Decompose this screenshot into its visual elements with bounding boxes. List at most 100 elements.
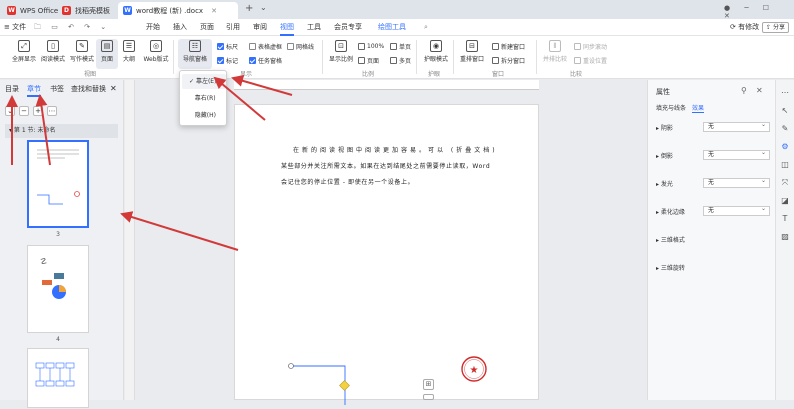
settings-icon[interactable]: ⚙ [780, 142, 790, 152]
document-page[interactable]: 在新的阅读视图中阅读更加容易。可以 (折叠文档) 某些部分并关注所需文本。如果在… [234, 104, 539, 405]
3d-format-row[interactable]: ▸ 三维格式 [656, 235, 685, 244]
tab-document[interactable]: W word教程 (新) .docx ✕ [118, 2, 238, 19]
outline-button[interactable]: ☰ 大纲 [118, 39, 140, 69]
write-mode-button[interactable]: ✎ 写作模式 [67, 39, 97, 69]
image-icon[interactable]: ▨ [780, 232, 790, 242]
minus-icon[interactable]: − [19, 106, 29, 116]
read-mode-button[interactable]: ▯ 阅读模式 [38, 39, 68, 69]
flowchart-shape[interactable] [285, 360, 365, 405]
tab-toc[interactable]: 目录 [5, 84, 19, 94]
new-tab-icon[interactable]: + [245, 3, 253, 14]
plus-icon[interactable]: + [33, 106, 43, 116]
menu-drawing-tools[interactable]: 绘图工具 [378, 19, 406, 36]
pin-icon[interactable]: ⚲ [741, 86, 747, 95]
chevron-down-icon[interactable]: ⌄ [260, 3, 267, 12]
split-window-button[interactable]: 拆分窗口 [492, 55, 525, 66]
menu-reference[interactable]: 引用 [226, 19, 240, 36]
menu-member[interactable]: 会员专享 [334, 19, 362, 36]
reset-position-button[interactable]: 重设位置 [574, 55, 607, 66]
edit-icon[interactable] [423, 394, 434, 400]
reflection-select[interactable]: 无 [703, 149, 770, 160]
menu-tools[interactable]: 工具 [307, 19, 321, 36]
reflection-row-label[interactable]: ▸ 倒影 [656, 151, 673, 160]
tab-chapters[interactable]: 章节 [27, 84, 41, 97]
close-icon[interactable]: ✕ [110, 84, 117, 93]
read-mode-label: 阅读模式 [40, 56, 65, 63]
dropdown-item-label: 靠左(E) [195, 78, 217, 85]
title-bar: W WPS Office D 找稻壳模板 ✕ W word教程 (新) .doc… [0, 0, 794, 20]
new-window-button[interactable]: 新建窗口 [492, 41, 525, 52]
window-controls[interactable]: ● ─ ☐ ✕ [724, 4, 794, 20]
gridlines-label: 网格线 [296, 44, 315, 51]
shape-icon[interactable]: ◫ [780, 160, 790, 170]
expand-icon[interactable]: ⤧ [780, 178, 790, 188]
rearrange-window-button[interactable]: ⊟ 重排窗口 [457, 39, 487, 69]
quick-access-icons[interactable]: 🗀 ▭ ↶ ↷ ⌄ [34, 19, 110, 36]
zoom-100-button[interactable]: 100% [358, 41, 384, 52]
tab-label: word教程 (新) .docx [136, 6, 204, 15]
parallel-compare-button[interactable]: ⫴ 并排比较 [540, 39, 570, 69]
properties-panel: 属性 ⚲ ✕ 填充与线条 效果 ▸ 阴影 无 ▸ 倒影 无 ▸ 发光 无 ▸ 柔… [647, 80, 775, 400]
fullscreen-button[interactable]: ⤢ 全屏显示 [9, 39, 39, 69]
menu-page[interactable]: 页面 [200, 19, 214, 36]
menu-review[interactable]: 审阅 [253, 19, 267, 36]
close-icon[interactable]: ✕ [756, 86, 763, 95]
glow-row-label[interactable]: ▸ 发光 [656, 179, 673, 188]
ruler-checkbox[interactable]: 标尺 [217, 41, 238, 52]
eye-mode-button[interactable]: ◉ 护眼模式 [421, 39, 451, 69]
page-thumbnail[interactable]: ☡ [27, 245, 89, 333]
tab-bookmarks[interactable]: 书签 [50, 84, 64, 94]
dropdown-item-label: 靠右(R) [194, 95, 216, 102]
search-icon[interactable]: ⌕ [424, 19, 428, 36]
sync-scroll-button[interactable]: 同步滚动 [574, 41, 607, 52]
menu-start[interactable]: 开始 [146, 19, 160, 36]
nav-pane-dropdown: ✓ 靠左(E) 靠右(R) 隐藏(H) [179, 70, 227, 126]
check-icon: ✓ [189, 78, 195, 85]
soft-edge-row-label[interactable]: ▸ 柔化边缘 [656, 207, 685, 216]
tab-fill-line[interactable]: 填充与线条 [656, 103, 686, 112]
dropdown-item-left[interactable]: ✓ 靠左(E) [182, 74, 226, 89]
right-toolbar: ⋯ ↖ ✎ ⚙ ◫ ⤧ ◪ T ▨ [775, 80, 794, 400]
section-header[interactable]: ▾ 第 1 节: 未命名 [5, 124, 118, 138]
fill-icon[interactable]: ◪ [780, 196, 790, 206]
task-pane-checkbox[interactable]: 任务窗格 [249, 55, 282, 66]
dropdown-item-hide[interactable]: 隐藏(H) [182, 108, 226, 123]
cursor-icon[interactable]: ↖ [780, 106, 790, 116]
web-layout-button[interactable]: ◎ Web版式 [141, 39, 171, 69]
markup-checkbox[interactable]: 标记 [217, 55, 238, 66]
gridlines-checkbox[interactable]: 网格线 [287, 41, 314, 52]
page-thumbnail[interactable] [27, 348, 89, 408]
shadow-select[interactable]: 无 [703, 121, 770, 132]
tab-effects[interactable]: 效果 [692, 103, 705, 113]
navigation-pane: 目录 章节 书签 查找和替换 ✕ ⌄ − + ⋯ ▾ 第 1 节: 未命名 3 … [0, 80, 124, 408]
page-thumbnail[interactable] [27, 140, 89, 228]
file-menu[interactable]: ≡ 文件 [4, 19, 26, 36]
one-page-button[interactable]: 单页 [390, 41, 411, 52]
close-icon[interactable]: ✕ [211, 7, 217, 15]
chevron-down-icon[interactable]: ⌄ [5, 106, 15, 116]
menu-view[interactable]: 视图 [280, 19, 294, 36]
table-gridlines-checkbox[interactable]: 表格虚框 [249, 41, 282, 52]
zoom-button[interactable]: ⊡ 显示比例 [326, 39, 356, 69]
layout-options-icon[interactable]: ⊞ [423, 379, 434, 390]
text-icon[interactable]: T [780, 214, 790, 224]
edit-note[interactable]: ⟳ 有修改 [730, 19, 759, 36]
share-button[interactable]: ⇪ 分享 [762, 22, 789, 33]
multi-page-button[interactable]: 多页 [390, 55, 411, 66]
split-window-icon [492, 57, 499, 64]
page-width-button[interactable]: 页面 [358, 55, 379, 66]
eye-icon: ◉ [430, 40, 442, 52]
page-view-button[interactable]: ▤ 页面 [96, 39, 118, 69]
dropdown-item-right[interactable]: 靠右(R) [182, 91, 226, 106]
soft-edge-select[interactable]: 无 [703, 205, 770, 216]
tab-wps-office[interactable]: W WPS Office [2, 2, 63, 19]
more-icon[interactable]: ⋯ [47, 106, 57, 116]
shadow-row-label[interactable]: ▸ 阴影 [656, 123, 673, 132]
more-icon[interactable]: ⋯ [780, 88, 790, 98]
tab-find-replace[interactable]: 查找和替换 [71, 84, 106, 94]
pen-icon[interactable]: ✎ [780, 124, 790, 134]
nav-pane-button[interactable]: ☷ 导航窗格 [178, 39, 212, 69]
3d-rotation-row[interactable]: ▸ 三维旋转 [656, 263, 685, 272]
glow-select[interactable]: 无 [703, 177, 770, 188]
menu-insert[interactable]: 插入 [173, 19, 187, 36]
